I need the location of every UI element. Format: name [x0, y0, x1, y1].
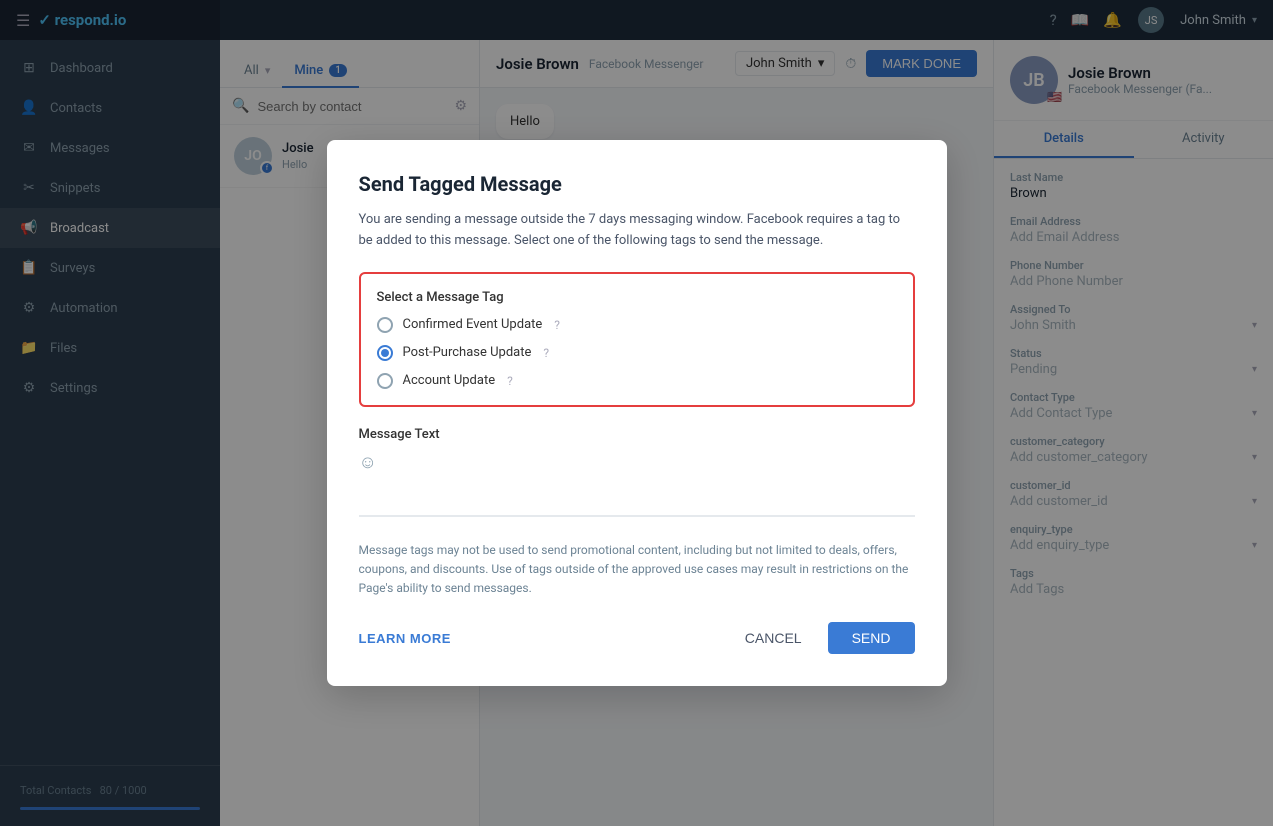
modal-description: You are sending a message outside the 7 …: [359, 210, 915, 252]
radio-label-account-update: Account Update: [403, 373, 496, 388]
tag-select-label: Select a Message Tag: [377, 290, 897, 305]
radio-confirmed-event[interactable]: Confirmed Event Update ?: [377, 317, 897, 333]
help-icon-post-purchase: ?: [543, 346, 549, 360]
radio-label-confirmed-event: Confirmed Event Update: [403, 317, 543, 332]
help-icon-confirmed: ?: [554, 318, 560, 332]
radio-btn-confirmed-event[interactable]: [377, 317, 393, 333]
message-text-section: Message Text ☺: [359, 427, 915, 521]
radio-btn-post-purchase[interactable]: [377, 345, 393, 361]
modal-disclaimer: Message tags may not be used to send pro…: [359, 541, 915, 599]
radio-post-purchase[interactable]: Post-Purchase Update ?: [377, 345, 897, 361]
learn-more-button[interactable]: LEARN MORE: [359, 631, 451, 646]
modal-footer: LEARN MORE CANCEL SEND: [359, 622, 915, 654]
cancel-button[interactable]: CANCEL: [729, 622, 818, 654]
modal-overlay: Send Tagged Message You are sending a me…: [0, 0, 1273, 826]
radio-dot-post-purchase: [381, 349, 389, 357]
radio-account-update[interactable]: Account Update ?: [377, 373, 897, 389]
tag-select-box: Select a Message Tag Confirmed Event Upd…: [359, 272, 915, 407]
modal-title: Send Tagged Message: [359, 172, 915, 196]
message-text-label: Message Text: [359, 427, 915, 442]
radio-btn-account-update[interactable]: [377, 373, 393, 389]
emoji-picker-icon[interactable]: ☺: [359, 452, 915, 473]
send-tagged-message-modal: Send Tagged Message You are sending a me…: [327, 140, 947, 686]
help-icon-account: ?: [507, 374, 513, 388]
modal-actions: CANCEL SEND: [729, 622, 915, 654]
send-button[interactable]: SEND: [828, 622, 915, 654]
message-text-input[interactable]: [359, 477, 915, 517]
radio-label-post-purchase: Post-Purchase Update: [403, 345, 532, 360]
